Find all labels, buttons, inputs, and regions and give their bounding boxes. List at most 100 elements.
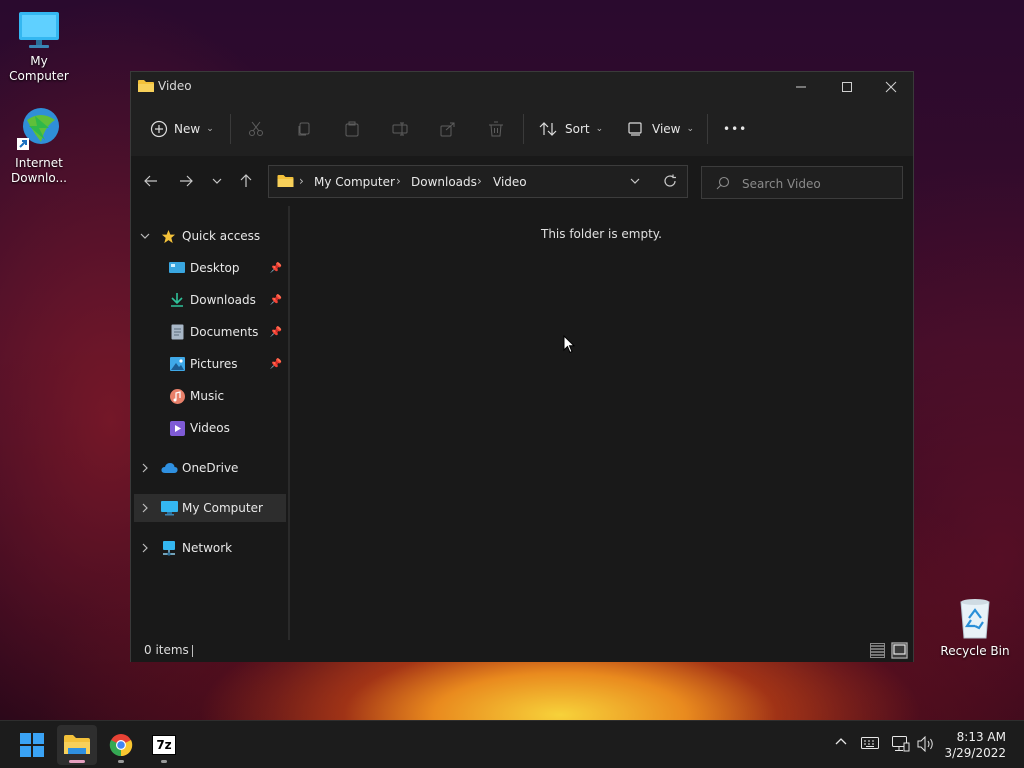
- sidebar-item-desktop[interactable]: Desktop 📌: [134, 254, 286, 282]
- breadcrumb-my-computer[interactable]: My Computer: [314, 175, 395, 189]
- sidebar-item-quick-access[interactable]: Quick access: [134, 222, 286, 250]
- clock[interactable]: 8:13 AM 3/29/2022: [944, 729, 1006, 761]
- copy-icon[interactable]: [294, 119, 314, 139]
- cut-icon[interactable]: [246, 119, 266, 139]
- cloud-icon: [161, 463, 178, 473]
- view-icon: [628, 122, 642, 136]
- taskbar-7zip[interactable]: 7z: [144, 725, 184, 765]
- volume-button[interactable]: [917, 735, 935, 756]
- file-explorer-icon: [64, 735, 90, 754]
- keyboard-icon: [861, 737, 879, 749]
- sort-icon: [539, 122, 557, 136]
- back-button[interactable]: [140, 170, 162, 192]
- sort-label: Sort: [565, 122, 590, 136]
- maximize-button[interactable]: [824, 72, 870, 102]
- pin-icon[interactable]: 📌: [270, 263, 282, 274]
- file-list[interactable]: This folder is empty.: [290, 206, 913, 640]
- minimize-icon: [796, 86, 806, 88]
- sidebar-item-network[interactable]: Network: [134, 534, 286, 562]
- refresh-icon: [664, 174, 676, 187]
- up-button[interactable]: [235, 170, 257, 192]
- desktop-icon-internet-download-manager[interactable]: Internet Downlo...: [0, 106, 78, 186]
- details-view-button[interactable]: [869, 642, 886, 659]
- chevron-right-icon: [142, 463, 148, 473]
- large-icons-view-button[interactable]: [891, 642, 908, 659]
- chevron-right-icon: [142, 503, 148, 513]
- desktop-icon-label: My Computer: [9, 54, 69, 83]
- sidebar-item-onedrive[interactable]: OneDrive: [134, 454, 286, 482]
- pin-icon[interactable]: 📌: [270, 295, 282, 306]
- rename-icon[interactable]: [390, 119, 410, 139]
- start-button[interactable]: [12, 725, 52, 765]
- network-status-button[interactable]: [892, 736, 910, 756]
- chevron-right-icon: [142, 543, 148, 553]
- forward-button[interactable]: [175, 170, 197, 192]
- chevron-down-icon: [140, 233, 150, 239]
- desktop-icon-recycle-bin[interactable]: Recycle Bin: [936, 596, 1014, 659]
- keyboard-layout-button[interactable]: [861, 737, 879, 753]
- empty-folder-message: This folder is empty.: [541, 227, 662, 241]
- refresh-button[interactable]: [663, 174, 679, 190]
- taskbar-file-explorer[interactable]: [57, 725, 97, 765]
- minimize-button[interactable]: [778, 72, 824, 102]
- desktop-icon-label: Internet Downlo...: [11, 156, 67, 185]
- sidebar-item-label: Quick access: [182, 229, 261, 243]
- desktop-icon-my-computer[interactable]: My Computer: [0, 10, 78, 84]
- pin-icon[interactable]: 📌: [270, 327, 282, 338]
- sidebar-item-documents[interactable]: Documents 📌: [134, 318, 286, 346]
- plus-circle-icon: [150, 120, 168, 138]
- sidebar-item-label: Desktop: [190, 261, 240, 275]
- network-monitor-icon: [892, 736, 910, 752]
- address-history-button[interactable]: [629, 175, 643, 189]
- mouse-cursor-icon: [563, 335, 575, 354]
- new-button[interactable]: New ⌄: [150, 116, 214, 142]
- chevron-down-icon: [630, 178, 640, 184]
- taskbar-chrome[interactable]: [101, 725, 141, 765]
- toolbar-separator: [230, 114, 231, 144]
- breadcrumb-downloads[interactable]: Downloads: [411, 175, 477, 189]
- breadcrumb-chevron-icon: ›: [477, 174, 482, 188]
- star-icon: [161, 229, 176, 243]
- details-view-icon: [870, 643, 885, 658]
- sidebar-item-label: Documents: [190, 325, 259, 339]
- sidebar-item-videos[interactable]: Videos: [134, 414, 286, 442]
- network-icon: [163, 540, 175, 556]
- clock-time: 8:13 AM: [956, 730, 1006, 744]
- windows-logo-icon: [20, 733, 44, 757]
- search-box[interactable]: [701, 166, 903, 199]
- search-input[interactable]: [740, 174, 894, 194]
- show-hidden-icons-button[interactable]: [834, 735, 848, 751]
- view-button[interactable]: View ⌄: [628, 116, 694, 142]
- breadcrumb-video[interactable]: Video: [493, 175, 527, 189]
- more-options-button[interactable]: •••: [723, 116, 747, 142]
- close-button[interactable]: [868, 72, 914, 102]
- navigation-pane-items: Quick access Desktop 📌 Downloads 📌 Docum…: [131, 206, 289, 640]
- sidebar-item-pictures[interactable]: Pictures 📌: [134, 350, 286, 378]
- recent-locations-button[interactable]: [206, 170, 228, 192]
- sidebar-item-label: My Computer: [182, 501, 263, 515]
- video-icon: [170, 420, 185, 436]
- file-explorer-window: Video New ⌄ Sort ⌄ View ⌄ ••• › My Compu…: [130, 71, 914, 662]
- chevron-down-icon: ⌄: [206, 124, 214, 134]
- share-icon[interactable]: [438, 119, 458, 139]
- close-icon: [885, 81, 897, 93]
- title-bar[interactable]: Video: [131, 72, 913, 102]
- arrow-left-icon: [144, 175, 157, 187]
- sidebar-item-downloads[interactable]: Downloads 📌: [134, 286, 286, 314]
- more-options-icon: •••: [723, 122, 748, 136]
- recycle-bin-icon: [960, 599, 990, 639]
- 7zip-icon: 7z: [152, 735, 176, 755]
- delete-icon[interactable]: [486, 119, 506, 139]
- address-bar[interactable]: › My Computer › Downloads › Video: [268, 165, 688, 198]
- monitor-icon: [161, 500, 178, 515]
- sidebar-item-my-computer[interactable]: My Computer: [134, 494, 286, 522]
- sidebar-item-music[interactable]: Music: [134, 382, 286, 410]
- sidebar-item-label: Videos: [190, 421, 230, 435]
- sidebar-item-label: Network: [182, 541, 233, 555]
- navigation-row: › My Computer › Downloads › Video: [131, 156, 913, 206]
- pin-icon[interactable]: 📌: [270, 359, 282, 370]
- sort-button[interactable]: Sort ⌄: [539, 116, 603, 142]
- paste-icon[interactable]: [342, 119, 362, 139]
- sidebar-item-label: OneDrive: [182, 461, 239, 475]
- idm-globe-icon: [17, 108, 59, 150]
